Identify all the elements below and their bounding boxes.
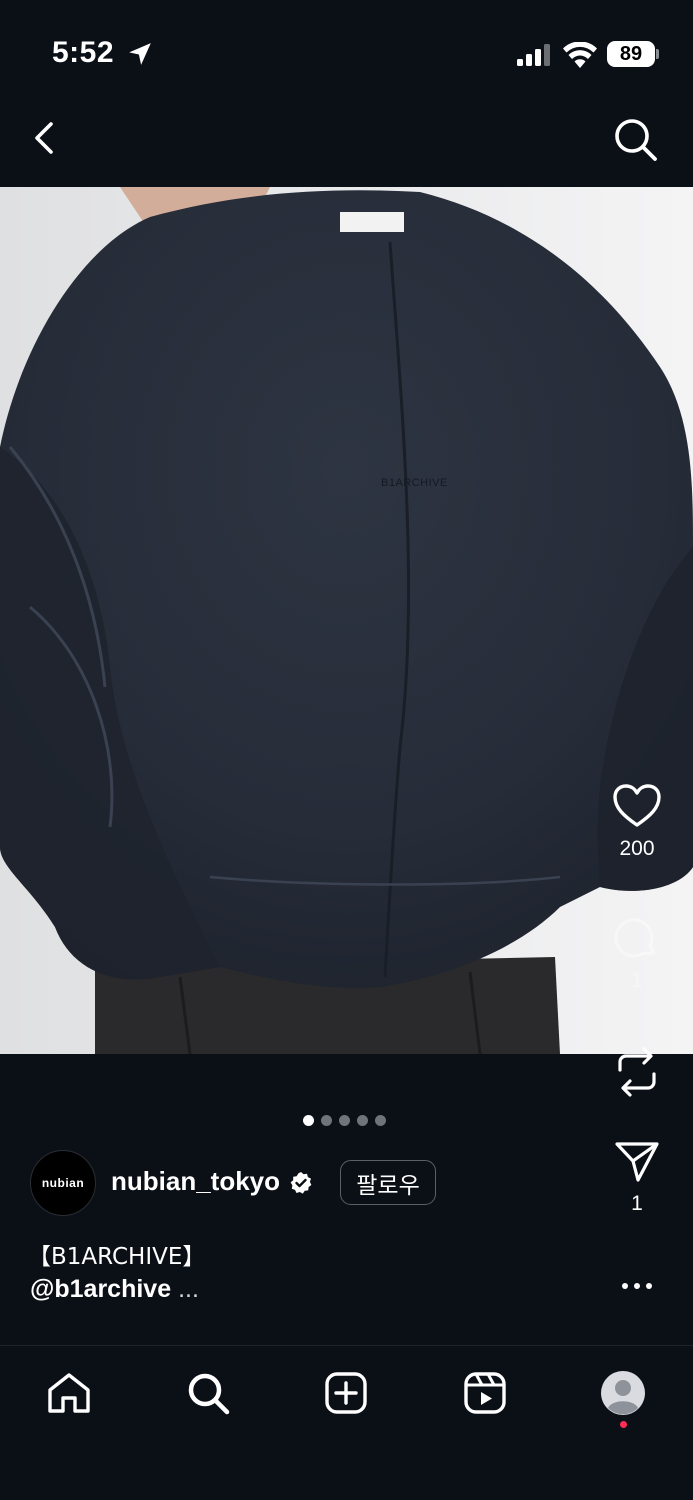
shares-count[interactable]: 1 bbox=[631, 1192, 643, 1216]
share-action[interactable]: 1 bbox=[612, 1140, 662, 1216]
bottom-tab-bar bbox=[0, 1345, 693, 1500]
avatar-logo-text: nubian bbox=[41, 1176, 85, 1190]
battery-icon: 89 bbox=[607, 41, 655, 67]
caption-mention[interactable]: @b1archive bbox=[30, 1275, 171, 1303]
tab-home[interactable] bbox=[46, 1370, 92, 1416]
carousel-dot-3 bbox=[339, 1115, 350, 1126]
post-photo[interactable]: B1ARCHIVE bbox=[0, 187, 693, 1054]
home-icon[interactable] bbox=[46, 1370, 92, 1416]
reels-icon[interactable] bbox=[462, 1370, 508, 1416]
account-avatar[interactable]: nubian bbox=[30, 1150, 96, 1216]
account-username[interactable]: nubian_tokyo bbox=[111, 1166, 280, 1197]
carousel-dots bbox=[303, 1115, 386, 1126]
repost-icon[interactable] bbox=[614, 1044, 660, 1100]
carousel-dot-1 bbox=[303, 1115, 314, 1126]
caption-line-1: 【B1ARCHIVE】 bbox=[28, 1244, 206, 1270]
sweatshirt-illustration bbox=[0, 187, 693, 1054]
more-options-icon[interactable] bbox=[620, 1272, 654, 1300]
search-button[interactable] bbox=[610, 114, 660, 164]
likes-count[interactable]: 200 bbox=[619, 837, 654, 861]
tab-profile[interactable] bbox=[600, 1370, 646, 1416]
comment-action[interactable]: 1 bbox=[612, 915, 662, 993]
like-action[interactable]: 200 bbox=[610, 783, 664, 861]
garment-logo: B1ARCHIVE bbox=[381, 477, 448, 489]
profile-notification-dot bbox=[620, 1421, 627, 1428]
profile-icon[interactable] bbox=[600, 1370, 646, 1416]
create-icon[interactable] bbox=[323, 1370, 369, 1416]
status-bar: 5:52 89 bbox=[0, 0, 693, 100]
send-icon[interactable] bbox=[614, 1140, 660, 1184]
comments-count[interactable]: 1 bbox=[631, 969, 643, 993]
caption-more[interactable]: ... bbox=[178, 1275, 199, 1303]
caption-line-2[interactable]: @b1archive ... bbox=[30, 1275, 199, 1304]
status-time: 5:52 bbox=[52, 36, 115, 69]
follow-button[interactable]: 팔로우 bbox=[340, 1160, 436, 1205]
cellular-signal-icon bbox=[517, 44, 550, 66]
carousel-dot-4 bbox=[357, 1115, 368, 1126]
tab-search[interactable] bbox=[185, 1370, 231, 1416]
wifi-icon bbox=[563, 42, 597, 68]
tab-create[interactable] bbox=[323, 1370, 369, 1416]
location-arrow-icon bbox=[129, 43, 151, 65]
carousel-dot-2 bbox=[321, 1115, 332, 1126]
search-icon[interactable] bbox=[185, 1370, 231, 1416]
heart-icon[interactable] bbox=[612, 783, 662, 829]
verified-badge-icon bbox=[290, 1172, 312, 1194]
battery-nub bbox=[656, 49, 659, 59]
carousel-dot-5 bbox=[375, 1115, 386, 1126]
tab-reels[interactable] bbox=[462, 1370, 508, 1416]
back-button[interactable] bbox=[26, 118, 62, 158]
comment-icon[interactable] bbox=[614, 915, 660, 961]
repost-action[interactable] bbox=[612, 1044, 662, 1100]
